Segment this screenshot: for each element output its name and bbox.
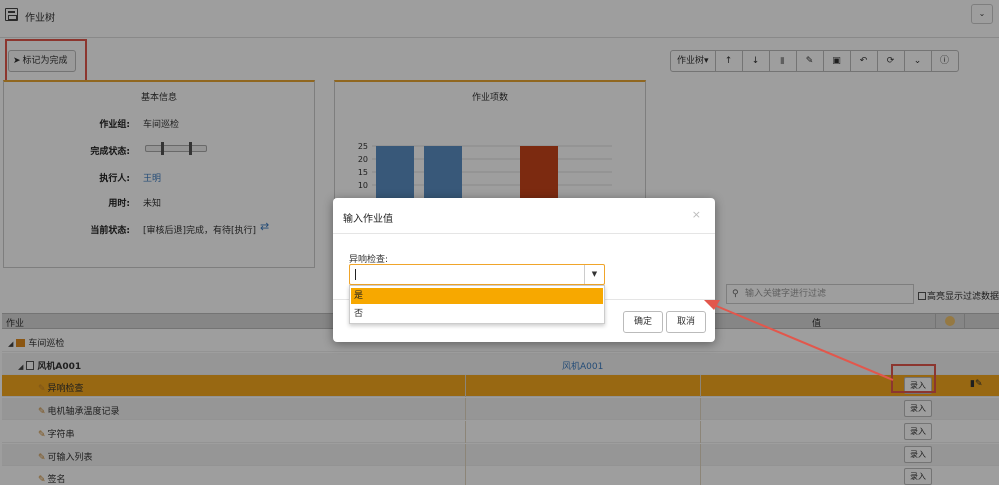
- annotation-arrow: [704, 300, 894, 381]
- arrow-line: [713, 304, 894, 381]
- arrow-head: [704, 300, 720, 310]
